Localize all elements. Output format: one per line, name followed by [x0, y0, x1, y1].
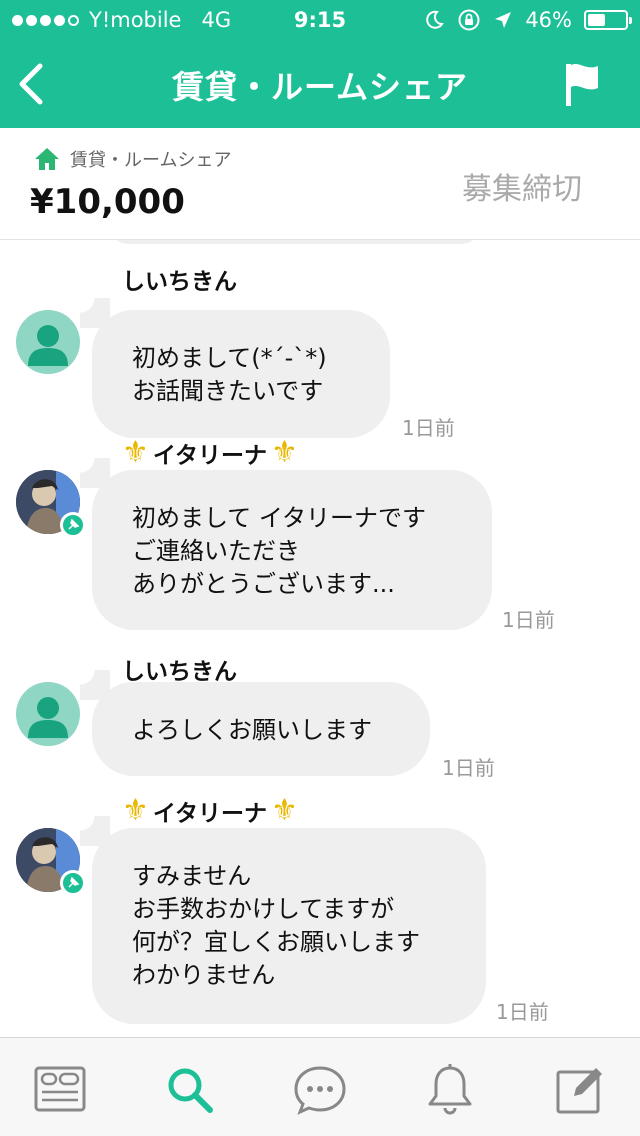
fleur-de-lis-icon: ⚜ [122, 793, 149, 828]
message-time: 1日前 [402, 416, 455, 440]
sender-name: しいちきん [122, 659, 237, 685]
navigation-bar: 賃貸・ルームシェア [0, 40, 640, 128]
message-time: 1日前 [442, 756, 495, 780]
sender-name: しいちきん [122, 269, 237, 295]
sender-name: ⚜ イタリーナ ⚜ [122, 793, 298, 828]
search-icon[interactable] [162, 1062, 218, 1118]
listing-summary[interactable]: 賃貸・ルームシェア ¥10,000 募集締切 [0, 128, 640, 240]
listing-status: 募集締切 [462, 172, 582, 207]
default-user-icon [28, 697, 68, 738]
fleur-de-lis-icon: ⚜ [122, 435, 149, 470]
chat-icon[interactable] [292, 1062, 348, 1118]
listing-category: 賃貸・ルームシェア [34, 146, 231, 172]
page-title: 賃貸・ルームシェア [171, 68, 469, 106]
message-bubble[interactable]: すみません お手数おかけしてますが 何が？宜しくお願いします わかりません [80, 816, 486, 1024]
previous-message-bubble [110, 240, 480, 244]
chat-thread[interactable]: しいちきん 初めまして(*´-`*) お話聞きたいです 1日前 ⚜ イタリーナ … [0, 240, 640, 1037]
report-flag-icon[interactable] [560, 60, 604, 108]
listing-price: ¥10,000 [30, 182, 185, 222]
top-bar: Y!mobile 4G 9:15 46% 賃貸・ルームシェア [0, 0, 640, 128]
avatar[interactable] [16, 682, 80, 746]
feed-icon[interactable] [32, 1062, 88, 1118]
sender-name: ⚜ イタリーナ ⚜ [122, 435, 298, 470]
fleur-de-lis-icon: ⚜ [271, 793, 298, 828]
message-bubble[interactable]: 初めまして(*´-`*) お話聞きたいです [80, 298, 390, 438]
moon-icon [426, 10, 445, 29]
avatar[interactable] [16, 470, 86, 538]
location-arrow-icon [495, 12, 512, 28]
avatar[interactable] [16, 828, 86, 896]
home-icon [35, 148, 59, 170]
message-bubble[interactable]: 初めまして イタリーナです ご連絡いただき ありがとうございます... [80, 458, 492, 630]
fleur-de-lis-icon: ⚜ [271, 435, 298, 470]
message-bubble[interactable]: よろしくお願いします [80, 670, 430, 776]
status-bar: Y!mobile 4G 9:15 46% [0, 0, 640, 40]
rotation-lock-icon [458, 9, 480, 31]
verified-badge [60, 870, 86, 896]
compose-icon[interactable] [552, 1062, 608, 1118]
avatar[interactable] [16, 310, 80, 374]
battery-icon [584, 10, 632, 30]
message-time: 1日前 [496, 1000, 549, 1024]
message-time: 1日前 [502, 608, 555, 632]
bell-icon[interactable] [422, 1062, 478, 1118]
verified-badge [60, 512, 86, 538]
battery-percent: 46% [525, 8, 572, 32]
bottom-tab-bar [0, 1037, 640, 1136]
listing-category-label: 賃貸・ルームシェア [70, 150, 232, 171]
default-user-icon [28, 325, 68, 366]
